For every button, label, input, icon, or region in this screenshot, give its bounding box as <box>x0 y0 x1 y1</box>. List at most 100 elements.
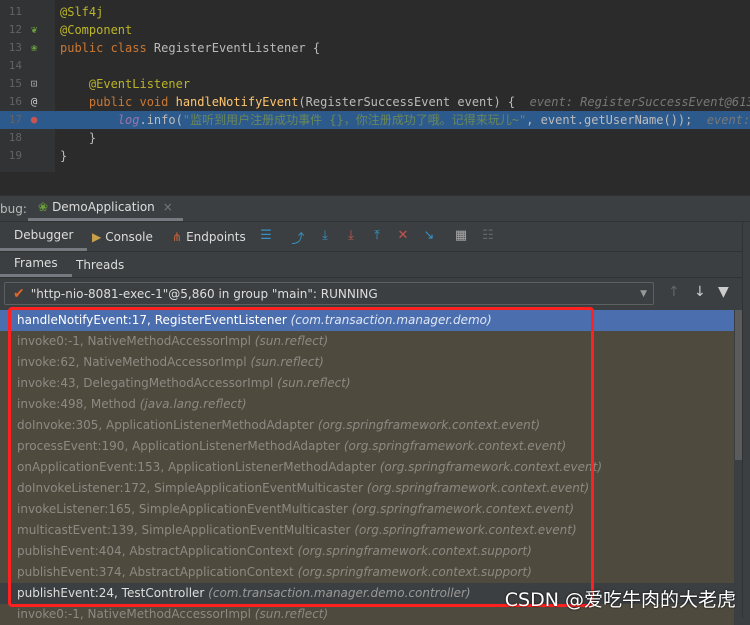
code-text: @Slf4j <box>60 3 103 21</box>
show-execution-point-icon[interactable]: ⤴ <box>290 228 306 247</box>
run-to-cursor-icon[interactable]: ↘ <box>421 228 437 243</box>
code-text: @Component <box>60 21 132 39</box>
step-into-icon[interactable]: ⤓ <box>343 228 359 243</box>
code-token: } <box>60 131 97 145</box>
frame-row[interactable]: doInvoke:305, ApplicationListenerMethodA… <box>0 415 734 436</box>
frame-row[interactable]: onApplicationEvent:153, ApplicationListe… <box>0 457 734 478</box>
debug-toolbar: Debugger ▶ Console ⋔ Endpoints ☰ ⤴ ⤓ ⤓ ⤒ ✕… <box>0 222 750 252</box>
frame-package: (org.springframework.context.event) <box>366 481 590 495</box>
frame-row[interactable]: invoke:62, NativeMethodAccessorImpl (sun… <box>0 352 734 373</box>
frame-row[interactable]: invoke:43, DelegatingMethodAccessorImpl … <box>0 373 734 394</box>
close-icon[interactable]: × <box>163 200 173 214</box>
frame-method: invoke:498, Method <box>17 397 136 411</box>
tab-endpoints[interactable]: ⋔ Endpoints <box>172 222 246 251</box>
frame-method: doInvoke:305, ApplicationListenerMethodA… <box>17 418 314 432</box>
frame-package: (sun.reflect) <box>277 376 351 390</box>
code-line[interactable]: 15 ⊡ @EventListener <box>0 75 750 93</box>
console-label: Console <box>105 229 153 244</box>
code-line[interactable]: 14 <box>0 57 750 75</box>
code-text: } <box>60 147 67 165</box>
frame-package: (sun.reflect) <box>250 355 324 369</box>
chevron-down-icon: ▼ <box>640 288 647 299</box>
frame-method: processEvent:190, ApplicationListenerMet… <box>17 439 341 453</box>
frame-row[interactable]: invokeListener:165, SimpleApplicationEve… <box>0 499 734 520</box>
thread-value: "http-nio-8081-exec-1"@5,860 in group "m… <box>30 286 378 301</box>
line-number: 18 <box>8 131 22 144</box>
code-line[interactable]: 12 ❦ @Component <box>0 21 750 39</box>
code-token: @EventListener <box>60 77 191 91</box>
right-panel-edge <box>742 222 750 618</box>
frame-row[interactable]: invoke0:-1, NativeMethodAccessorImpl (su… <box>0 331 734 352</box>
code-line[interactable]: 17 ● log.info("监听到用户注册成功事件 {}，你注册成功了哦。记得来… <box>0 111 750 129</box>
check-icon: ✔ <box>13 285 25 302</box>
previous-frame-icon[interactable]: ↑ <box>668 284 680 300</box>
code-line[interactable]: 13 ❀ public class RegisterEventListener { <box>0 39 750 57</box>
frame-method: handleNotifyEvent:17, RegisterEventListe… <box>17 313 287 327</box>
frame-row[interactable]: invoke:498, Method (java.lang.reflect) <box>0 394 734 415</box>
debug-label: bug: <box>0 201 27 216</box>
thread-selector[interactable]: ✔ "http-nio-8081-exec-1"@5,860 in group … <box>4 282 654 305</box>
code-text: public class RegisterEventListener { <box>60 39 320 57</box>
frame-row[interactable]: handleNotifyEvent:17, RegisterEventListe… <box>0 310 734 331</box>
frame-method: onApplicationEvent:153, ApplicationListe… <box>17 460 376 474</box>
code-token: public void <box>60 95 176 109</box>
frame-package: (java.lang.reflect) <box>139 397 247 411</box>
code-token: , event.getUserName()); <box>526 113 707 127</box>
debugger-label: Debugger <box>14 228 74 242</box>
frame-row[interactable]: doInvokeListener:172, SimpleApplicationE… <box>0 478 734 499</box>
frame-row[interactable]: processEvent:190, ApplicationListenerMet… <box>0 436 734 457</box>
evaluate-expression-icon[interactable]: ▦ <box>453 228 469 243</box>
frame-package: (org.springframework.context.event) <box>317 418 541 432</box>
frame-method: publishEvent:24, TestController <box>17 586 205 600</box>
code-text: log.info("监听到用户注册成功事件 {}，你注册成功了哦。记得来玩儿~"… <box>60 111 750 129</box>
step-out-icon[interactable]: ⤒ <box>369 228 385 243</box>
scrollbar-thumb[interactable] <box>735 310 742 460</box>
frame-method: invoke:43, DelegatingMethodAccessorImpl <box>17 376 274 390</box>
frames-list: handleNotifyEvent:17, RegisterEventListe… <box>0 310 734 625</box>
tab-demo-application[interactable]: ❀ DemoApplication × <box>28 196 183 221</box>
code-line[interactable]: 19} <box>0 147 750 165</box>
code-text: } <box>60 129 96 147</box>
frames-tab-bar: Frames Threads <box>0 252 750 278</box>
drop-frame-icon[interactable]: ✕ <box>395 228 411 243</box>
tab-threads[interactable]: Threads <box>76 252 124 277</box>
code-token: (RegisterSuccessEvent event) { <box>298 95 530 109</box>
code-text: @EventListener <box>60 75 190 93</box>
next-frame-icon[interactable]: ↓ <box>694 284 706 300</box>
frame-row[interactable]: publishEvent:404, AbstractApplicationCon… <box>0 541 734 562</box>
frames-label: Frames <box>14 256 58 270</box>
restore-layout-icon[interactable]: ☰ <box>258 228 274 243</box>
code-token: @Component <box>60 23 133 37</box>
line-number: 15 <box>8 77 22 90</box>
tab-console[interactable]: ▶ Console <box>92 222 153 251</box>
code-token: RegisterEventListener { <box>153 41 321 55</box>
step-over-icon[interactable]: ⤓ <box>317 228 333 243</box>
bean-icon: ❦ <box>30 23 38 36</box>
frames-scrollbar[interactable] <box>734 310 742 618</box>
override-icon: @ <box>30 95 38 108</box>
tab-frames[interactable]: Frames <box>0 252 72 277</box>
frame-package: (org.springframework.context.event) <box>351 502 575 516</box>
trace-icon[interactable]: ☷ <box>480 228 496 243</box>
frame-package: (com.transaction.manager.demo.controller… <box>208 586 471 600</box>
frame-row[interactable]: multicastEvent:139, SimpleApplicationEve… <box>0 520 734 541</box>
breakpoint-icon[interactable]: ● <box>27 111 41 129</box>
console-icon: ▶ <box>92 229 102 244</box>
line-number: 13 <box>8 41 22 54</box>
frame-package: (org.springframework.context.support) <box>297 565 532 579</box>
frame-package: (sun.reflect) <box>254 334 329 348</box>
code-line[interactable]: 16 @ public void handleNotifyEvent(Regist… <box>0 93 750 111</box>
tab-debugger[interactable]: Debugger <box>0 222 88 251</box>
frame-method: invokeListener:165, SimpleApplicationEve… <box>17 502 348 516</box>
spring-boot-icon: ❀ <box>38 200 49 214</box>
code-line[interactable]: 11 @Slf4j <box>0 3 750 21</box>
code-line[interactable]: 18 } <box>0 129 750 147</box>
endpoints-label: Endpoints <box>186 229 246 244</box>
debug-tab-bar: bug: ❀ DemoApplication × <box>0 196 750 222</box>
frame-method: multicastEvent:139, SimpleApplicationEve… <box>17 523 351 537</box>
code-editor[interactable]: 11 @Slf4j 12 ❦ @Component 13 ❀ public class Reg… <box>0 0 750 172</box>
frame-row[interactable]: publishEvent:374, AbstractApplicationCon… <box>0 562 734 583</box>
frame-package: (com.transaction.manager.demo) <box>290 313 492 327</box>
line-number: 19 <box>8 149 22 162</box>
filter-icon[interactable]: ▼ <box>718 284 729 300</box>
